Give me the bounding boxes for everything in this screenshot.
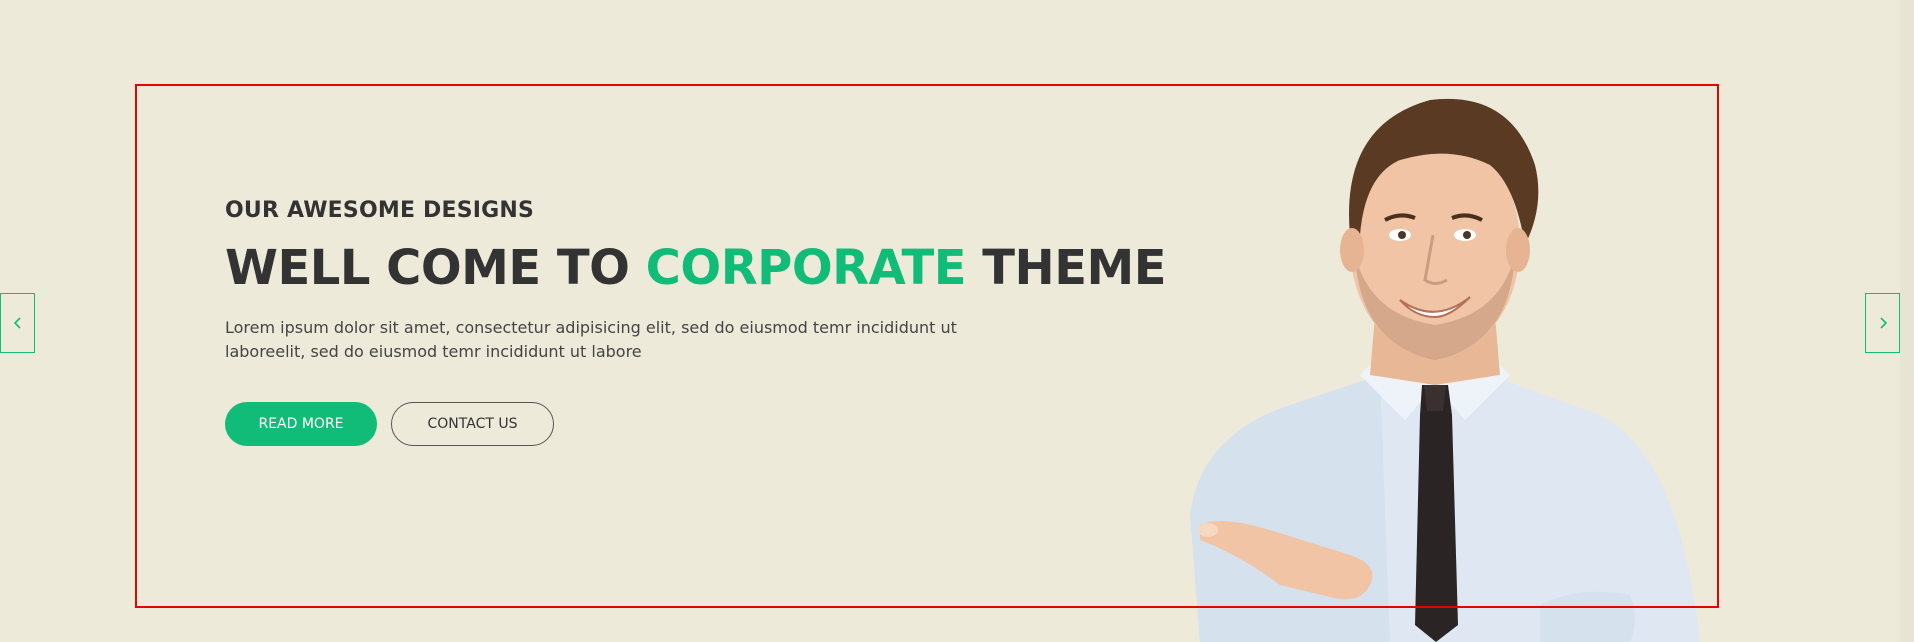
slider-next-button[interactable] <box>1865 293 1900 353</box>
contact-us-button[interactable]: CONTACT US <box>391 402 554 447</box>
chevron-left-icon <box>13 317 21 329</box>
chevron-right-icon <box>1879 317 1887 329</box>
hero-slider: OUR AWESOME DESIGNS WELL COME TO CORPORA… <box>0 0 1914 642</box>
right-edge-strip <box>1900 0 1914 642</box>
hero-headline: WELL COME TO CORPORATE THEME <box>225 240 1167 296</box>
hero-buttons: READ MORE CONTACT US <box>225 402 1125 447</box>
headline-accent: CORPORATE <box>645 240 967 296</box>
hero-person-image <box>1190 98 1700 642</box>
hero-eyebrow: OUR AWESOME DESIGNS <box>225 198 535 223</box>
read-more-button[interactable]: READ MORE <box>225 402 377 447</box>
slider-prev-button[interactable] <box>0 293 35 353</box>
hero-description: Lorem ipsum dolor sit amet, consectetur … <box>225 318 957 362</box>
headline-part-1: WELL COME TO <box>225 240 646 296</box>
hero-content: OUR AWESOME DESIGNS WELL COME TO CORPORA… <box>225 198 1167 447</box>
headline-part-2: THEME <box>966 240 1167 296</box>
